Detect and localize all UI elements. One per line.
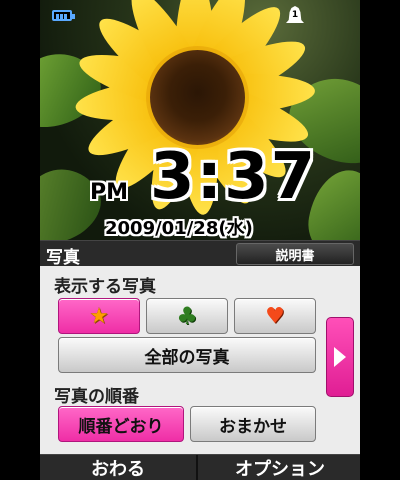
manner-mode-number: 1 [291,10,299,20]
title-bar: 写真 説明書 [40,240,360,268]
display-photos-label: 表示する写真 [54,277,156,297]
order-sequential-button[interactable]: 順番どおり [58,406,184,442]
all-photos-button[interactable]: 全部の写真 [58,337,316,373]
page-title: 写真 [46,248,80,268]
filter-heart-button[interactable]: ♥ [234,298,316,334]
clock-ampm: PM [90,180,129,205]
manual-button[interactable]: 説明書 [236,243,354,265]
star-icon: ★ [89,303,109,329]
club-icon: ♣ [176,302,198,330]
heart-icon: ♥ [265,303,285,329]
manner-mode-icon: 1 [286,6,304,26]
clock-date: 2009/01/28(水) [105,218,253,239]
next-page-button[interactable] [326,317,354,397]
order-random-button[interactable]: おまかせ [190,406,316,442]
phone-screen: 1 PM 3:37 2009/01/28(水) 写真 説明書 表示する写真 ★ … [40,0,360,480]
sunflower-center [150,50,245,145]
wallpaper-photo: 1 PM 3:37 2009/01/28(水) [40,0,360,240]
end-softkey[interactable]: おわる [40,455,198,480]
clock-time: 3:37 [150,140,318,214]
battery-icon [52,10,75,21]
filter-star-button[interactable]: ★ [58,298,140,334]
options-softkey[interactable]: オプション [200,455,360,480]
photo-order-label: 写真の順番 [54,387,139,407]
chevron-right-icon [334,347,346,367]
softkey-bar: おわる オプション [40,454,360,480]
filter-club-button[interactable]: ♣ [146,298,228,334]
clock: PM 3:37 [90,140,360,216]
